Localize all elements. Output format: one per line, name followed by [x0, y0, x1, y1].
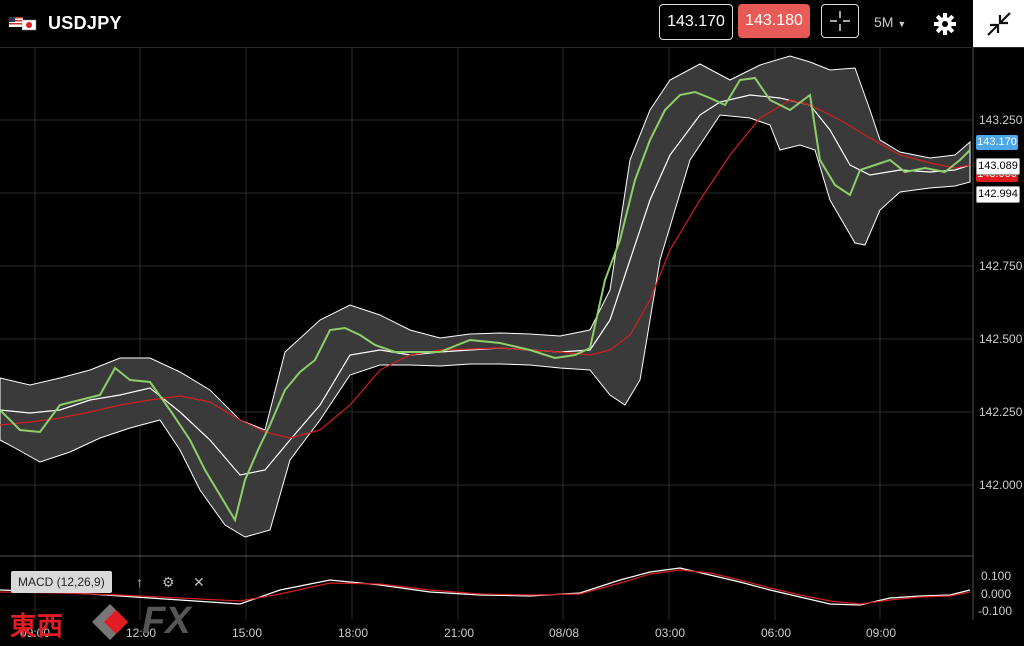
- gear-icon[interactable]: ⚙: [162, 571, 175, 593]
- collapse-button[interactable]: [973, 0, 1024, 47]
- crosshair-icon: [830, 11, 850, 31]
- macd-signal-line: [0, 569, 971, 605]
- crosshair-button[interactable]: [821, 4, 859, 38]
- upper-band-price-tag: 143.089: [976, 158, 1020, 175]
- price-tick: 142.500: [979, 332, 1023, 346]
- current-price-tag: 143.170: [976, 135, 1018, 150]
- timeframe-label: 5M: [874, 14, 894, 30]
- close-icon[interactable]: ✕: [193, 571, 205, 593]
- time-label: 03:00: [655, 626, 686, 640]
- macd-tick: 0.100: [981, 569, 1012, 583]
- price-chart[interactable]: [0, 48, 1024, 646]
- logo-mark: [92, 604, 128, 640]
- timeframe-dropdown[interactable]: 5M ▼: [874, 14, 906, 30]
- time-label: 21:00: [444, 626, 475, 640]
- time-label: 15:00: [232, 626, 263, 640]
- arrow-up-icon[interactable]: ↑: [136, 571, 143, 593]
- ask-price-button[interactable]: 143.180: [738, 4, 810, 38]
- gear-icon[interactable]: [933, 12, 957, 36]
- top-toolbar: USDJPY 143.170 143.180 5M ▼: [0, 0, 1024, 48]
- price-tick: 142.000: [979, 478, 1023, 492]
- price-tick: 142.750: [979, 259, 1023, 273]
- lower-band-price-tag: 142.994: [976, 186, 1020, 203]
- macd-tick: -0.100: [978, 604, 1013, 618]
- us-jp-flag-icon: [9, 17, 37, 31]
- macd-tick: 0.000: [981, 587, 1012, 601]
- price-tick: 143.250: [979, 113, 1023, 127]
- time-label: 18:00: [338, 626, 369, 640]
- bid-price-button[interactable]: 143.170: [659, 4, 733, 40]
- broker-logo: 東西 FX: [10, 600, 210, 642]
- chevron-down-icon: ▼: [897, 19, 907, 29]
- macd-indicator-label[interactable]: MACD (12,26,9): [11, 571, 112, 593]
- time-label: 08/08: [549, 626, 580, 640]
- time-label: 06:00: [761, 626, 792, 640]
- collapse-icon: [987, 12, 1011, 36]
- logo-kanji: 東西: [10, 612, 65, 642]
- price-tick: 142.250: [979, 405, 1023, 419]
- bollinger-band-area: [0, 55, 971, 538]
- symbol-title[interactable]: USDJPY: [48, 13, 122, 34]
- logo-fx: FX: [142, 600, 191, 642]
- time-label: 09:00: [866, 626, 897, 640]
